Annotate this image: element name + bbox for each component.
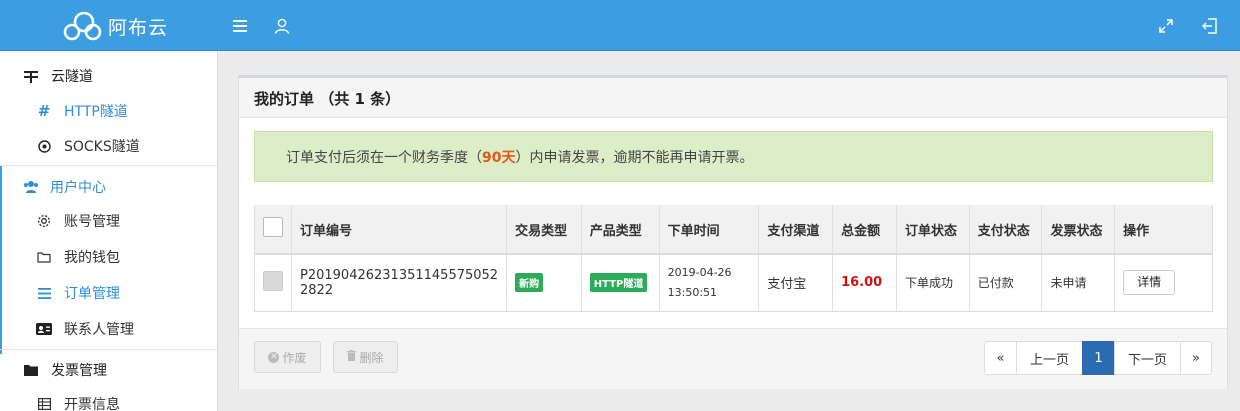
table-row: P20190426231351145575052​2822 新购 HTTP隧道 …	[254, 254, 1213, 312]
sidebar-item-label: 订单管理	[64, 286, 120, 302]
column-header: 交易类型	[506, 205, 582, 255]
divider	[0, 165, 217, 166]
pay-status: 已付款	[969, 254, 1043, 312]
delete-label: 删除	[359, 350, 384, 365]
fullscreen-icon[interactable]	[1156, 16, 1176, 36]
pay-channel: 支付宝	[758, 254, 834, 312]
logo[interactable]: 阿布云	[60, 9, 168, 43]
order-time-cell: 2019-04-26 13:50:51	[659, 254, 760, 312]
current-page[interactable]: 1	[1082, 341, 1115, 375]
column-header: 发票状态	[1041, 205, 1116, 255]
column-header: 订单编号	[291, 205, 508, 255]
sidebar-item-socks-tunnel[interactable]: SOCKS隧道	[0, 129, 217, 163]
order-date: 2019-04-26	[667, 265, 732, 279]
order-status: 下单成功	[896, 254, 970, 312]
column-header: 订单状态	[896, 205, 970, 255]
target-icon	[36, 138, 52, 154]
wallet-icon	[36, 249, 52, 265]
divider	[0, 349, 217, 350]
next-page-button[interactable]: 下一页	[1114, 341, 1181, 375]
sidebar-item-account[interactable]: 账号管理	[0, 204, 217, 238]
row-checkbox[interactable]	[263, 271, 283, 292]
product-type-badge: HTTP隧道	[589, 273, 648, 293]
cloud-logo-icon	[63, 11, 102, 41]
column-header: 产品类型	[581, 205, 660, 255]
delete-button[interactable]: 删除	[333, 341, 398, 373]
first-page-button[interactable]: «	[984, 341, 1017, 375]
sidebar-group-tunnel[interactable]: 云隧道	[0, 59, 217, 93]
action-cell: 详情	[1114, 254, 1213, 312]
sidebar-item-label: 联系人管理	[64, 322, 134, 338]
sidebar-item-label: SOCKS隧道	[64, 139, 140, 155]
top-bar: 阿布云	[0, 0, 1240, 51]
tunnel-icon	[23, 68, 39, 84]
sidebar-group-user-center[interactable]: 用户中心	[0, 170, 217, 204]
table-icon	[36, 396, 52, 411]
sidebar-item-label: 账号管理	[64, 214, 120, 230]
sidebar-item-label: 开票信息	[64, 397, 120, 411]
orders-table: 订单编号 交易类型 产品类型 下单时间 支付渠道 总金额 订单状态 支付状态 发…	[254, 205, 1213, 312]
users-icon	[23, 179, 39, 195]
column-header: 操作	[1114, 205, 1213, 255]
sidebar-item-contacts[interactable]: 联系人管理	[0, 312, 217, 346]
notice-text-after: ）内申请发票，逾期不能再申请开票。	[515, 149, 754, 166]
select-all-cell	[254, 205, 292, 255]
sidebar-group-invoice[interactable]: 发票管理	[0, 353, 217, 387]
hamburger-icon[interactable]	[230, 16, 250, 36]
product-type-cell: HTTP隧道	[581, 254, 660, 312]
sidebar-group-label: 发票管理	[51, 363, 107, 379]
panel-header: 我的订单 （共 1 条）	[239, 78, 1227, 118]
invoice-notice: 订单支付后须在一个财务季度（ 90天 ）内申请发票，逾期不能再申请开票。	[254, 131, 1213, 182]
sidebar-item-orders[interactable]: 订单管理	[0, 276, 217, 310]
column-header: 下单时间	[659, 205, 760, 255]
column-header: 支付渠道	[758, 205, 834, 255]
sidebar-item-wallet[interactable]: 我的钱包	[0, 240, 217, 274]
prev-page-button[interactable]: 上一页	[1016, 341, 1083, 375]
detail-button[interactable]: 详情	[1123, 270, 1176, 296]
select-all-checkbox[interactable]	[263, 217, 283, 237]
pagination: « 上一页 1 下一页 »	[984, 341, 1212, 375]
column-header: 支付状态	[969, 205, 1043, 255]
trade-type-badge: 新购	[515, 273, 544, 293]
sidebar-item-http-tunnel[interactable]: # HTTP隧道	[0, 94, 217, 128]
last-page-button[interactable]: »	[1180, 341, 1212, 375]
orders-panel: 我的订单 （共 1 条） 订单支付后须在一个财务季度（ 90天 ）内申请发票，逾期不…	[238, 75, 1228, 389]
void-label: 作废	[282, 350, 307, 365]
void-icon: ✕	[268, 351, 280, 363]
sidebar-item-label: HTTP隧道	[64, 104, 128, 120]
gear-icon	[36, 213, 52, 229]
order-time: 13:50:51	[667, 285, 718, 299]
amount-cell: 16.00	[832, 254, 898, 312]
notice-highlight: 90天	[482, 149, 516, 166]
column-header: 总金额	[832, 205, 898, 255]
table-header-row: 订单编号 交易类型 产品类型 下单时间 支付渠道 总金额 订单状态 支付状态 发…	[254, 205, 1213, 255]
sidebar-item-invoice-info[interactable]: 开票信息	[0, 387, 217, 411]
page-title: 我的订单 （共 1 条）	[254, 90, 401, 108]
notice-text-before: 订单支付后须在一个财务季度（	[286, 149, 482, 166]
panel-footer: ✕ 作废 删除 « 上一页 1 下一页 »	[239, 328, 1227, 389]
order-number: P20190426231351145575052​2822	[291, 254, 508, 312]
total-amount: 16.00	[841, 275, 883, 291]
user-icon[interactable]	[272, 16, 292, 36]
sidebar-group-label: 云隧道	[51, 69, 93, 85]
void-button[interactable]: ✕ 作废	[254, 341, 321, 373]
row-select-cell	[254, 254, 292, 312]
logout-icon[interactable]	[1200, 16, 1220, 36]
trade-type-cell: 新购	[506, 254, 582, 312]
hash-icon: #	[37, 102, 51, 120]
trash-icon	[347, 350, 357, 364]
brand-name: 阿布云	[108, 16, 169, 39]
sidebar-item-label: 我的钱包	[64, 250, 120, 266]
list-icon	[36, 285, 52, 301]
contact-card-icon	[36, 321, 52, 337]
sidebar: 云隧道 # HTTP隧道 SOCKS隧道 用户中心 账号管理 我的钱包 订单管理	[0, 51, 218, 411]
invoice-status: 未申请	[1041, 254, 1116, 312]
sidebar-group-label: 用户中心	[50, 180, 106, 196]
folder-icon	[23, 362, 39, 378]
